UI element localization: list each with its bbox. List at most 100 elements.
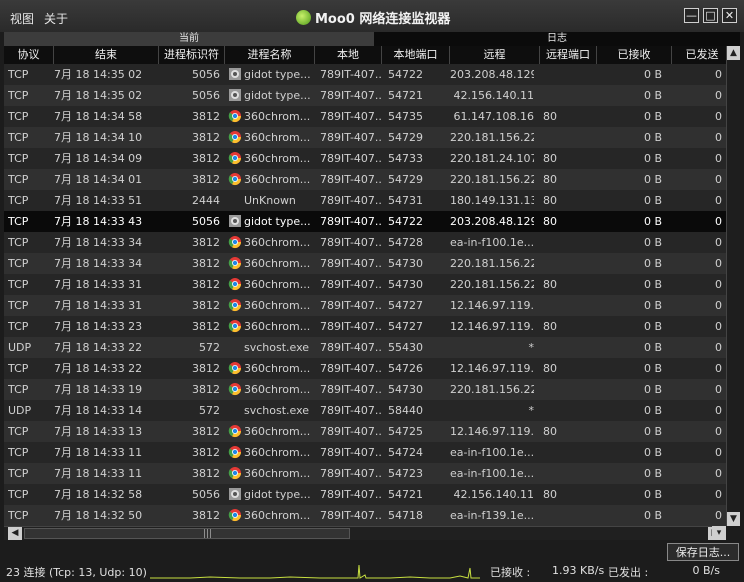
tab-log[interactable]: 日志 — [374, 32, 740, 46]
column-header-end[interactable]: 结束 — [54, 46, 159, 64]
protocol-cell: TCP — [8, 89, 29, 102]
table-row[interactable]: TCP 7月 18 14:33 43 5056 gidot type... 789IT-… — [4, 211, 726, 232]
grip-icon: ||| — [203, 529, 213, 539]
column-header-sent[interactable]: 已发送 — [672, 46, 726, 64]
table-row[interactable]: TCP 7月 18 14:33 51 2444 UnKnown 789IT-407...… — [4, 190, 726, 211]
end-time-cell: 7月 18 14:33 31 — [54, 278, 142, 291]
remote-port-cell — [543, 505, 583, 526]
pid-cell: 572 — [199, 404, 220, 417]
save-log-button[interactable]: 保存日志... — [667, 543, 739, 561]
connection-list: TCP 7月 18 14:35 02 5056 gidot type... 789IT-… — [4, 64, 726, 526]
table-row[interactable]: TCP 7月 18 14:33 13 3812 360chrom... 789IT-40… — [4, 421, 726, 442]
horizontal-scroll-thumb[interactable]: ||| — [24, 528, 350, 539]
remote-address-cell: 220.181.24.107 — [450, 152, 534, 165]
local-port-cell: 54729 — [388, 131, 423, 144]
process-name-cell: 360chrom... — [244, 278, 311, 291]
local-address-cell: 789IT-407... — [320, 194, 382, 207]
process-name-cell: 360chrom... — [244, 362, 311, 375]
remote-port-cell: 80 — [543, 488, 557, 501]
local-port-cell: 54730 — [388, 257, 423, 270]
end-time-cell: 7月 18 14:32 58 — [54, 488, 142, 501]
table-row[interactable]: TCP 7月 18 14:34 09 3812 360chrom... 789IT-40… — [4, 148, 726, 169]
table-row[interactable]: TCP 7月 18 14:33 31 3812 360chrom... 789IT-40… — [4, 295, 726, 316]
received-cell: 0 B — [643, 404, 662, 417]
protocol-cell: TCP — [8, 509, 29, 522]
chrome-icon — [228, 130, 242, 144]
received-cell: 0 B — [643, 89, 662, 102]
local-address-cell: 789IT-407... — [320, 362, 382, 375]
table-row[interactable]: TCP 7月 18 14:33 22 3812 360chrom... 789IT-40… — [4, 358, 726, 379]
sent-cell: 0 — [715, 257, 722, 270]
table-row[interactable]: TCP 7月 18 14:33 31 3812 360chrom... 789IT-40… — [4, 274, 726, 295]
end-time-cell: 7月 18 14:34 01 — [54, 173, 142, 186]
local-address-cell: 789IT-407... — [320, 446, 382, 459]
maximize-button[interactable]: □ — [703, 8, 718, 23]
menu-about[interactable]: 关于 — [44, 10, 68, 27]
table-row[interactable]: TCP 7月 18 14:32 50 3812 360chrom... 789IT-40… — [4, 505, 726, 526]
local-address-cell: 789IT-407... — [320, 467, 382, 480]
table-row[interactable]: TCP 7月 18 14:34 58 3812 360chrom... 789IT-40… — [4, 106, 726, 127]
column-header-local-port[interactable]: 本地端口 — [382, 46, 450, 64]
title-bar: 视图 关于 Moo0 网络连接监视器 — □ ✕ — [0, 0, 744, 32]
received-cell: 0 B — [643, 467, 662, 480]
table-row[interactable]: TCP 7月 18 14:32 58 5056 gidot type... 789IT-… — [4, 484, 726, 505]
local-address-cell: 789IT-407... — [320, 404, 382, 417]
table-header: 协议 结束 进程标识符 进程名称 本地 本地端口 远程 远程端口 已接收 已发送 — [4, 46, 726, 64]
end-time-cell: 7月 18 14:34 58 — [54, 110, 142, 123]
pid-cell: 3812 — [192, 425, 220, 438]
table-row[interactable]: TCP 7月 18 14:33 11 3812 360chrom... 789IT-40… — [4, 463, 726, 484]
sent-cell: 0 — [715, 68, 722, 81]
scroll-up-icon[interactable]: ▲ — [727, 46, 740, 60]
sent-cell: 0 — [715, 215, 722, 228]
local-address-cell: 789IT-407... — [320, 152, 382, 165]
app-title: Moo0 网络连接监视器 — [296, 8, 450, 27]
table-row[interactable]: TCP 7月 18 14:33 19 3812 360chrom... 789IT-40… — [4, 379, 726, 400]
local-port-cell: 54723 — [388, 467, 423, 480]
close-button[interactable]: ✕ — [722, 8, 737, 23]
remote-address-cell: 203.208.48.129 — [450, 215, 534, 228]
table-row[interactable]: UDP 7月 18 14:33 14 572 svchost.exe 789IT-407… — [4, 400, 726, 421]
protocol-cell: UDP — [8, 341, 32, 354]
horizontal-scrollbar[interactable]: ◀ ||| ▶ — [4, 526, 726, 540]
column-header-process-name[interactable]: 进程名称 — [225, 46, 315, 64]
column-header-protocol[interactable]: 协议 — [4, 46, 54, 64]
scroll-down-icon[interactable]: ▼ — [727, 512, 740, 526]
chrome-icon — [228, 382, 242, 396]
local-port-cell: 54729 — [388, 173, 423, 186]
process-name-cell: gidot type... — [244, 68, 311, 81]
menu-view[interactable]: 视图 — [10, 10, 34, 27]
remote-address-cell: ea-in-f100.1e... — [450, 446, 534, 459]
column-header-remote-port[interactable]: 远程端口 — [540, 46, 597, 64]
vertical-scrollbar[interactable]: ▲ ▼ — [726, 46, 740, 526]
protocol-cell: TCP — [8, 236, 29, 249]
chrome-icon — [228, 319, 242, 333]
table-row[interactable]: TCP 7月 18 14:35 02 5056 gidot type... 789IT-… — [4, 85, 726, 106]
received-label: 已接收 : — [490, 566, 531, 579]
sent-cell: 0 — [715, 425, 722, 438]
connection-summary: 23 连接 (Tcp: 13, Udp: 10) — [6, 566, 147, 579]
table-row[interactable]: TCP 7月 18 14:33 11 3812 360chrom... 789IT-40… — [4, 442, 726, 463]
minimize-button[interactable]: — — [684, 8, 699, 23]
table-row[interactable]: TCP 7月 18 14:33 34 3812 360chrom... 789IT-40… — [4, 253, 726, 274]
local-port-cell: 54727 — [388, 320, 423, 333]
table-row[interactable]: TCP 7月 18 14:35 02 5056 gidot type... 789IT-… — [4, 64, 726, 85]
column-header-local[interactable]: 本地 — [315, 46, 382, 64]
chrome-icon — [228, 466, 242, 480]
column-header-received[interactable]: 已接收 — [597, 46, 672, 64]
table-row[interactable]: TCP 7月 18 14:34 10 3812 360chrom... 789IT-40… — [4, 127, 726, 148]
remote-address-cell: 12.146.97.119.... — [450, 320, 534, 333]
column-header-pid[interactable]: 进程标识符 — [159, 46, 225, 64]
table-row[interactable]: TCP 7月 18 14:34 01 3812 360chrom... 789IT-40… — [4, 169, 726, 190]
scroll-left-icon[interactable]: ◀ — [8, 527, 22, 540]
tab-current[interactable]: 当前 — [4, 32, 374, 46]
local-port-cell: 54731 — [388, 194, 423, 207]
column-header-remote[interactable]: 远程 — [450, 46, 540, 64]
remote-port-cell — [543, 127, 583, 148]
remote-port-cell — [543, 337, 583, 358]
table-row[interactable]: TCP 7月 18 14:33 34 3812 360chrom... 789IT-40… — [4, 232, 726, 253]
table-row[interactable]: TCP 7月 18 14:33 23 3812 360chrom... 789IT-40… — [4, 316, 726, 337]
sent-cell: 0 — [715, 509, 722, 522]
remote-port-cell — [543, 64, 583, 85]
process-name-cell: gidot type... — [244, 89, 311, 102]
table-row[interactable]: UDP 7月 18 14:33 22 572 svchost.exe 789IT-407… — [4, 337, 726, 358]
